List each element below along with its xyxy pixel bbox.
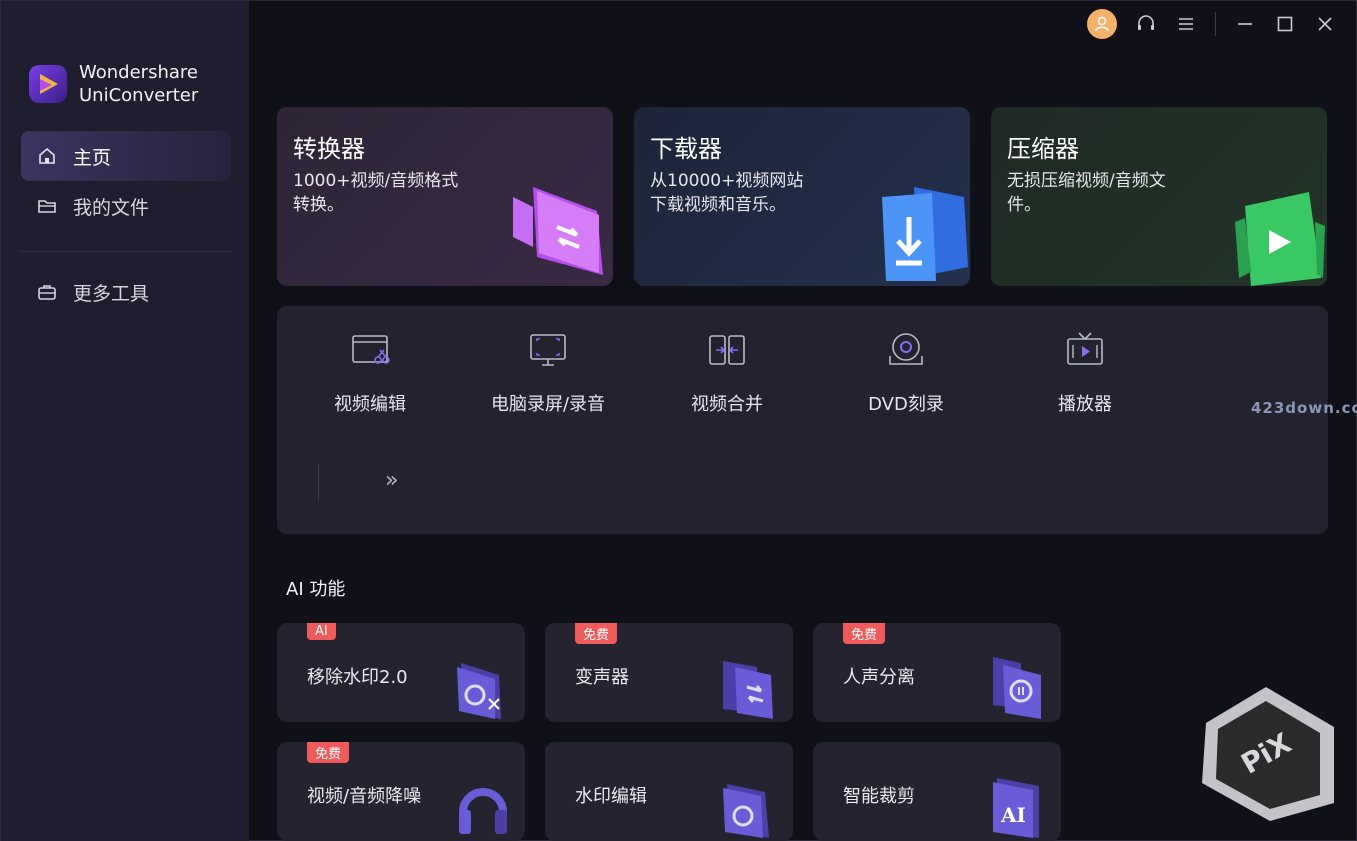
sidebar-item-label: 主页 <box>73 146 112 169</box>
tool-player[interactable]: 播放器 <box>1005 330 1165 416</box>
smart-crop-icon: AI <box>993 778 1039 838</box>
tool-label: 电脑录屏/录音 <box>490 394 606 415</box>
watermark-edit-icon <box>723 784 769 838</box>
compressor-icon <box>1235 192 1325 286</box>
ai-badge: AI <box>307 623 336 640</box>
title-bar <box>1087 9 1336 39</box>
brand-line1: Wondershare <box>79 62 198 83</box>
brand-line2: UniConverter <box>79 85 199 106</box>
tool-label: 播放器 <box>1058 394 1112 415</box>
user-icon <box>1095 16 1109 32</box>
vocal-separate-icon <box>993 657 1041 719</box>
sidebar-item-home[interactable]: 主页 <box>21 131 231 181</box>
ai-card-vocal-separation[interactable]: 免费 人声分离 <box>813 623 1061 722</box>
tool-merge[interactable]: 视频合并 <box>647 330 807 416</box>
downloader-icon <box>882 187 968 281</box>
site-watermark: 423down.com <box>1251 399 1357 417</box>
converter-icon <box>513 187 603 275</box>
ai-badge: 免费 <box>843 623 886 644</box>
converter-card[interactable]: 转换器 1000+视频/音频格式转换。 <box>277 107 613 286</box>
dvd-icon <box>889 333 923 365</box>
tool-dvd-burn[interactable]: DVD刻录 <box>826 330 986 416</box>
tool-label: DVD刻录 <box>868 394 944 415</box>
home-icon <box>39 147 55 164</box>
ai-card-remove-watermark[interactable]: AI 移除水印2.0 <box>277 623 525 722</box>
sidebar: Wondershare UniConverter 主页 我的文件 更多工具 <box>1 1 249 841</box>
video-edit-icon <box>352 335 390 364</box>
ai-card-label: 视频/音频降噪 <box>307 786 422 807</box>
ai-badge: 免费 <box>575 623 618 644</box>
sidebar-divider <box>21 251 231 252</box>
ai-card-denoise[interactable]: 免费 视频/音频降噪 <box>277 742 525 841</box>
app-window: Wondershare UniConverter 主页 我的文件 更多工具 转换… <box>0 0 1357 841</box>
folder-icon <box>38 200 56 213</box>
brand-name: Wondershare UniConverter <box>79 61 198 107</box>
sidebar-item-more-tools[interactable]: 更多工具 <box>21 267 231 317</box>
minimize-icon[interactable] <box>1234 13 1256 35</box>
brand: Wondershare UniConverter <box>29 61 198 107</box>
sidebar-item-my-files[interactable]: 我的文件 <box>21 181 231 231</box>
menu-icon[interactable] <box>1175 13 1197 35</box>
tool-label: 视频合并 <box>691 394 763 415</box>
app-logo-icon <box>29 65 67 103</box>
tools-panel: 视频编辑 电脑录屏/录音 视频合并 DVD刻录 播放器 » <box>277 306 1328 534</box>
tool-screen-record[interactable]: 电脑录屏/录音 <box>468 330 628 416</box>
remove-watermark-icon <box>457 663 501 719</box>
card-title: 下载器 <box>650 135 722 163</box>
ai-card-smart-crop[interactable]: 智能裁剪 AI <box>813 742 1061 841</box>
card-title: 压缩器 <box>1007 135 1079 163</box>
ai-card-label: 变声器 <box>575 667 629 688</box>
ai-section-title: AI 功能 <box>286 579 346 600</box>
pixtech-watermark-logo: PiX <box>1202 687 1334 821</box>
double-chevron-right-icon[interactable]: » <box>385 468 398 493</box>
avatar[interactable] <box>1087 9 1117 39</box>
voice-changer-icon <box>723 661 773 719</box>
titlebar-separator <box>1215 12 1216 36</box>
sidebar-item-label: 我的文件 <box>73 196 150 219</box>
toolbox-icon <box>38 285 56 300</box>
ai-card-voice-changer[interactable]: 免费 变声器 <box>545 623 793 722</box>
svg-text:AI: AI <box>1000 803 1026 827</box>
ai-card-label: 智能裁剪 <box>843 786 915 807</box>
screen-record-icon <box>530 334 566 366</box>
tools-separator <box>318 463 319 501</box>
tool-label: 视频编辑 <box>334 394 406 415</box>
sidebar-nav: 主页 我的文件 更多工具 <box>21 131 231 317</box>
card-title: 转换器 <box>293 135 365 163</box>
ai-card-label: 移除水印2.0 <box>307 667 408 688</box>
card-description: 1000+视频/音频格式转换。 <box>293 171 459 215</box>
compressor-card[interactable]: 压缩器 无损压缩视频/音频文件。 <box>991 107 1327 286</box>
ai-badge: 免费 <box>307 742 350 763</box>
ai-card-watermark-edit[interactable]: 水印编辑 <box>545 742 793 841</box>
sidebar-item-label: 更多工具 <box>73 282 150 305</box>
merge-icon <box>709 335 745 365</box>
maximize-icon[interactable] <box>1274 13 1296 35</box>
close-icon[interactable] <box>1314 13 1336 35</box>
tool-video-edit[interactable]: 视频编辑 <box>290 330 450 416</box>
ai-card-label: 水印编辑 <box>575 786 647 807</box>
denoise-icon <box>459 788 507 834</box>
card-description: 无损压缩视频/音频文件。 <box>1007 171 1166 215</box>
downloader-card[interactable]: 下载器 从10000+视频网站下载视频和音乐。 <box>634 107 970 286</box>
player-icon <box>1067 332 1103 365</box>
ai-card-label: 人声分离 <box>843 667 915 688</box>
headset-icon[interactable] <box>1135 13 1157 35</box>
card-description: 从10000+视频网站下载视频和音乐。 <box>650 171 804 215</box>
